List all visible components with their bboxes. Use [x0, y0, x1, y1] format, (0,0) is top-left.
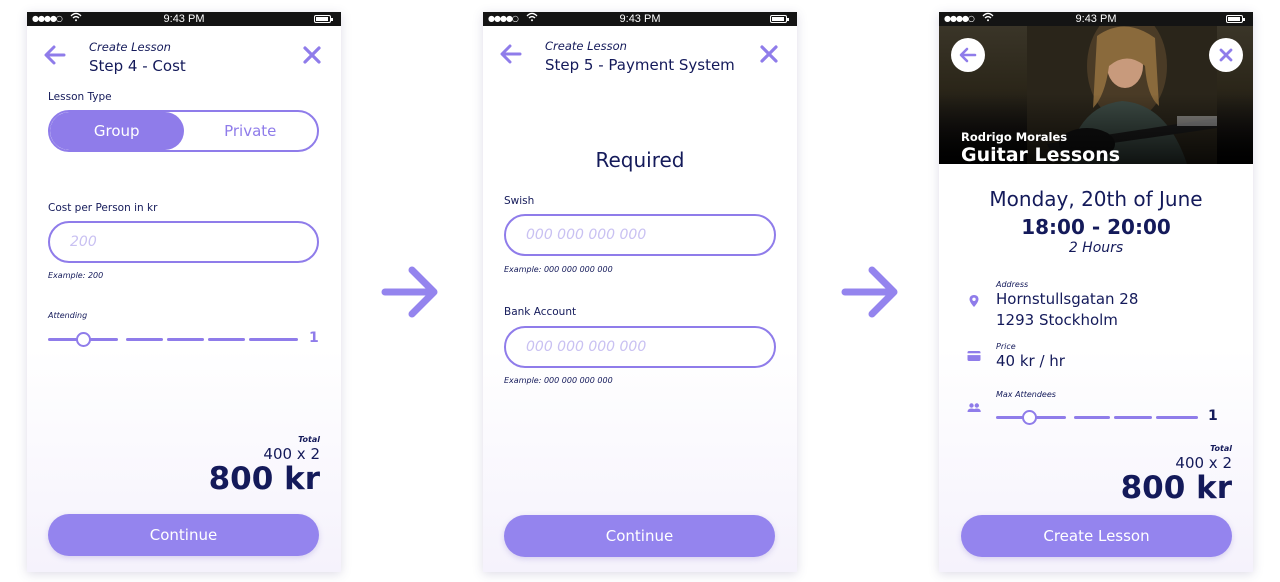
slider-knob[interactable] — [1022, 410, 1037, 425]
address-label: Address — [996, 280, 1029, 289]
attending-slider[interactable] — [48, 332, 298, 348]
total-label: Total — [298, 435, 320, 444]
lesson-date: Monday, 20th of June — [989, 187, 1203, 211]
lesson-type-group[interactable]: Group — [50, 112, 184, 150]
page-title: Step 4 - Cost — [89, 57, 186, 75]
arrow-left-icon[interactable] — [42, 42, 68, 68]
arrow-right-icon — [381, 266, 438, 318]
lesson-time-range: 18:00 - 20:00 — [1021, 215, 1171, 239]
cost-example: Example: 200 — [48, 271, 104, 280]
screen-step5-payment: ●●●●○ 9:43 PM Create Lesson Step 5 - Pay… — [483, 12, 797, 572]
total-value: 800 kr — [1120, 470, 1232, 506]
bank-account-input[interactable] — [504, 326, 776, 368]
bank-account-example: Example: 000 000 000 000 — [504, 376, 613, 385]
max-attendees-label: Max Attendees — [996, 390, 1056, 399]
price-label: Price — [996, 342, 1016, 351]
swish-input[interactable] — [504, 214, 776, 256]
cost-input[interactable] — [48, 221, 319, 263]
swish-label: Swish — [504, 195, 535, 207]
swish-example: Example: 000 000 000 000 — [504, 265, 613, 274]
arrow-right-icon — [841, 266, 898, 318]
continue-button[interactable]: Continue — [48, 514, 319, 556]
lesson-duration: 2 Hours — [1068, 240, 1124, 256]
screen-step4-cost: ●●●●○ 9:43 PM Create Lesson Step 4 - Cos… — [27, 12, 341, 572]
battery-icon — [1226, 15, 1245, 23]
status-bar: ●●●●○ 9:43 PM — [939, 12, 1253, 26]
lesson-type-private[interactable]: Private — [184, 112, 318, 150]
status-time: 9:43 PM — [1075, 13, 1117, 25]
lesson-type-label: Lesson Type — [48, 91, 112, 103]
continue-button[interactable]: Continue — [504, 515, 775, 557]
close-icon[interactable] — [758, 43, 780, 65]
teacher-name: Rodrigo Morales — [961, 130, 1068, 144]
bank-account-label: Bank Account — [504, 306, 577, 318]
close-icon[interactable] — [301, 44, 323, 66]
max-attendees-slider[interactable] — [996, 410, 1198, 426]
close-button[interactable] — [1209, 38, 1243, 72]
lesson-title: Guitar Lessons — [961, 144, 1121, 164]
lesson-type-toggle: Group Private — [48, 110, 319, 152]
address-line1: Hornstullsgatan 28 — [996, 290, 1139, 308]
status-bar: ●●●●○ 9:43 PM — [483, 12, 797, 26]
total-value: 800 kr — [208, 461, 320, 497]
address-line2: 1293 Stockholm — [996, 311, 1118, 329]
cost-label: Cost per Person in kr — [48, 202, 158, 214]
people-icon — [967, 403, 981, 412]
credit-card-icon — [967, 351, 981, 361]
required-heading: Required — [595, 148, 685, 172]
back-button[interactable] — [951, 38, 985, 72]
arrow-left-icon — [959, 47, 977, 63]
attending-value: 1 — [309, 330, 319, 346]
breadcrumb-subtitle: Create Lesson — [89, 40, 171, 54]
location-pin-icon — [969, 295, 979, 307]
total-label: Total — [1210, 444, 1232, 453]
page-title: Step 5 - Payment System — [545, 56, 735, 74]
status-bar: ●●●●○ 9:43 PM — [27, 12, 341, 26]
lesson-hero-image: Rodrigo Morales Guitar Lessons — [939, 26, 1253, 164]
battery-icon — [314, 15, 333, 23]
arrow-left-icon[interactable] — [498, 41, 524, 67]
price-value: 40 kr / hr — [996, 352, 1065, 370]
status-time: 9:43 PM — [163, 13, 205, 25]
breadcrumb-subtitle: Create Lesson — [545, 39, 627, 53]
max-attendees-value: 1 — [1208, 408, 1218, 424]
battery-icon — [770, 15, 789, 23]
status-time: 9:43 PM — [619, 13, 661, 25]
slider-knob[interactable] — [76, 332, 91, 347]
close-icon — [1219, 48, 1233, 62]
screen-lesson-preview: ●●●●○ 9:43 PM Rodrigo Morales Guitar Les… — [939, 12, 1253, 572]
create-lesson-button[interactable]: Create Lesson — [961, 515, 1232, 557]
attending-label: Attending — [48, 311, 88, 320]
